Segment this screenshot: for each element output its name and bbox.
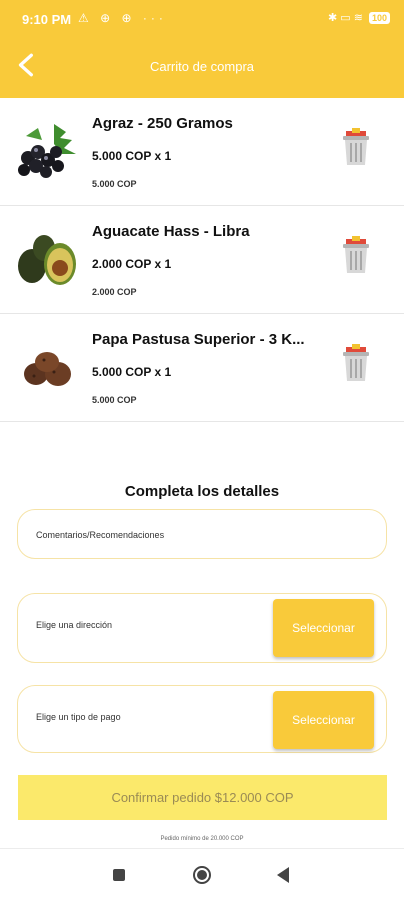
system-icons: ✱ ▭ ≋ 100 bbox=[328, 11, 390, 24]
payment-field: Elige un tipo de pago Seleccionar bbox=[17, 685, 387, 753]
select-payment-button[interactable]: Seleccionar bbox=[273, 691, 374, 749]
select-address-button[interactable]: Seleccionar bbox=[273, 599, 374, 657]
trash-icon[interactable] bbox=[340, 128, 372, 166]
address-field: Elige una dirección Seleccionar bbox=[17, 593, 387, 663]
cart-item: Agraz - 250 Gramos 5.000 COP x 1 5.000 C… bbox=[0, 98, 404, 206]
minimum-order-note: Pedido mínimo de 20.000 COP bbox=[160, 836, 244, 842]
aguacate-image bbox=[18, 235, 76, 285]
recents-icon[interactable] bbox=[113, 869, 125, 881]
battery-icon: 100 bbox=[368, 11, 390, 24]
status-bar: 9:10 PM ⚠ ⊕ ⊕ ··· ✱ ▭ ≋ 100 bbox=[0, 0, 404, 40]
item-name: Aguacate Hass - Libra bbox=[92, 223, 250, 240]
item-price-quantity: 2.000 COP x 1 bbox=[92, 257, 172, 271]
cart-item: Papa Pastusa Superior - 3 K... 5.000 COP… bbox=[0, 314, 404, 422]
item-price-quantity: 5.000 COP x 1 bbox=[92, 149, 172, 163]
status-time: 9:10 PM bbox=[22, 12, 72, 27]
payment-label: Elige un tipo de pago bbox=[36, 712, 121, 722]
item-subtotal: 5.000 COP bbox=[92, 179, 137, 189]
page-title: Carrito de compra bbox=[149, 59, 255, 74]
details-title: Completa los detalles bbox=[124, 483, 280, 500]
home-icon[interactable] bbox=[193, 866, 211, 884]
cart-item: Aguacate Hass - Libra 2.000 COP x 1 2.00… bbox=[0, 206, 404, 314]
app-bar: Carrito de compra bbox=[0, 40, 404, 98]
item-name: Agraz - 250 Gramos bbox=[92, 115, 233, 132]
system-back-icon[interactable] bbox=[277, 867, 289, 883]
trash-icon[interactable] bbox=[340, 236, 372, 274]
papa-image bbox=[24, 352, 71, 386]
item-name: Papa Pastusa Superior - 3 K... bbox=[92, 331, 305, 348]
item-price-quantity: 5.000 COP x 1 bbox=[92, 365, 172, 379]
agraz-image bbox=[18, 124, 76, 178]
address-label: Elige una dirección bbox=[36, 620, 113, 630]
connectivity-icons: ✱ ▭ ≋ bbox=[328, 12, 363, 24]
comments-field[interactable]: Comentarios/Recomendaciones bbox=[17, 509, 387, 559]
confirm-order-button[interactable]: Confirmar pedido $12.000 COP bbox=[18, 775, 387, 820]
notification-icons: ⚠ ⊕ ⊕ ··· bbox=[78, 11, 167, 25]
item-subtotal: 2.000 COP bbox=[92, 287, 137, 297]
comments-placeholder: Comentarios/Recomendaciones bbox=[36, 530, 165, 540]
trash-icon[interactable] bbox=[340, 344, 372, 382]
system-nav-bar bbox=[0, 848, 404, 900]
item-subtotal: 5.000 COP bbox=[92, 395, 137, 405]
